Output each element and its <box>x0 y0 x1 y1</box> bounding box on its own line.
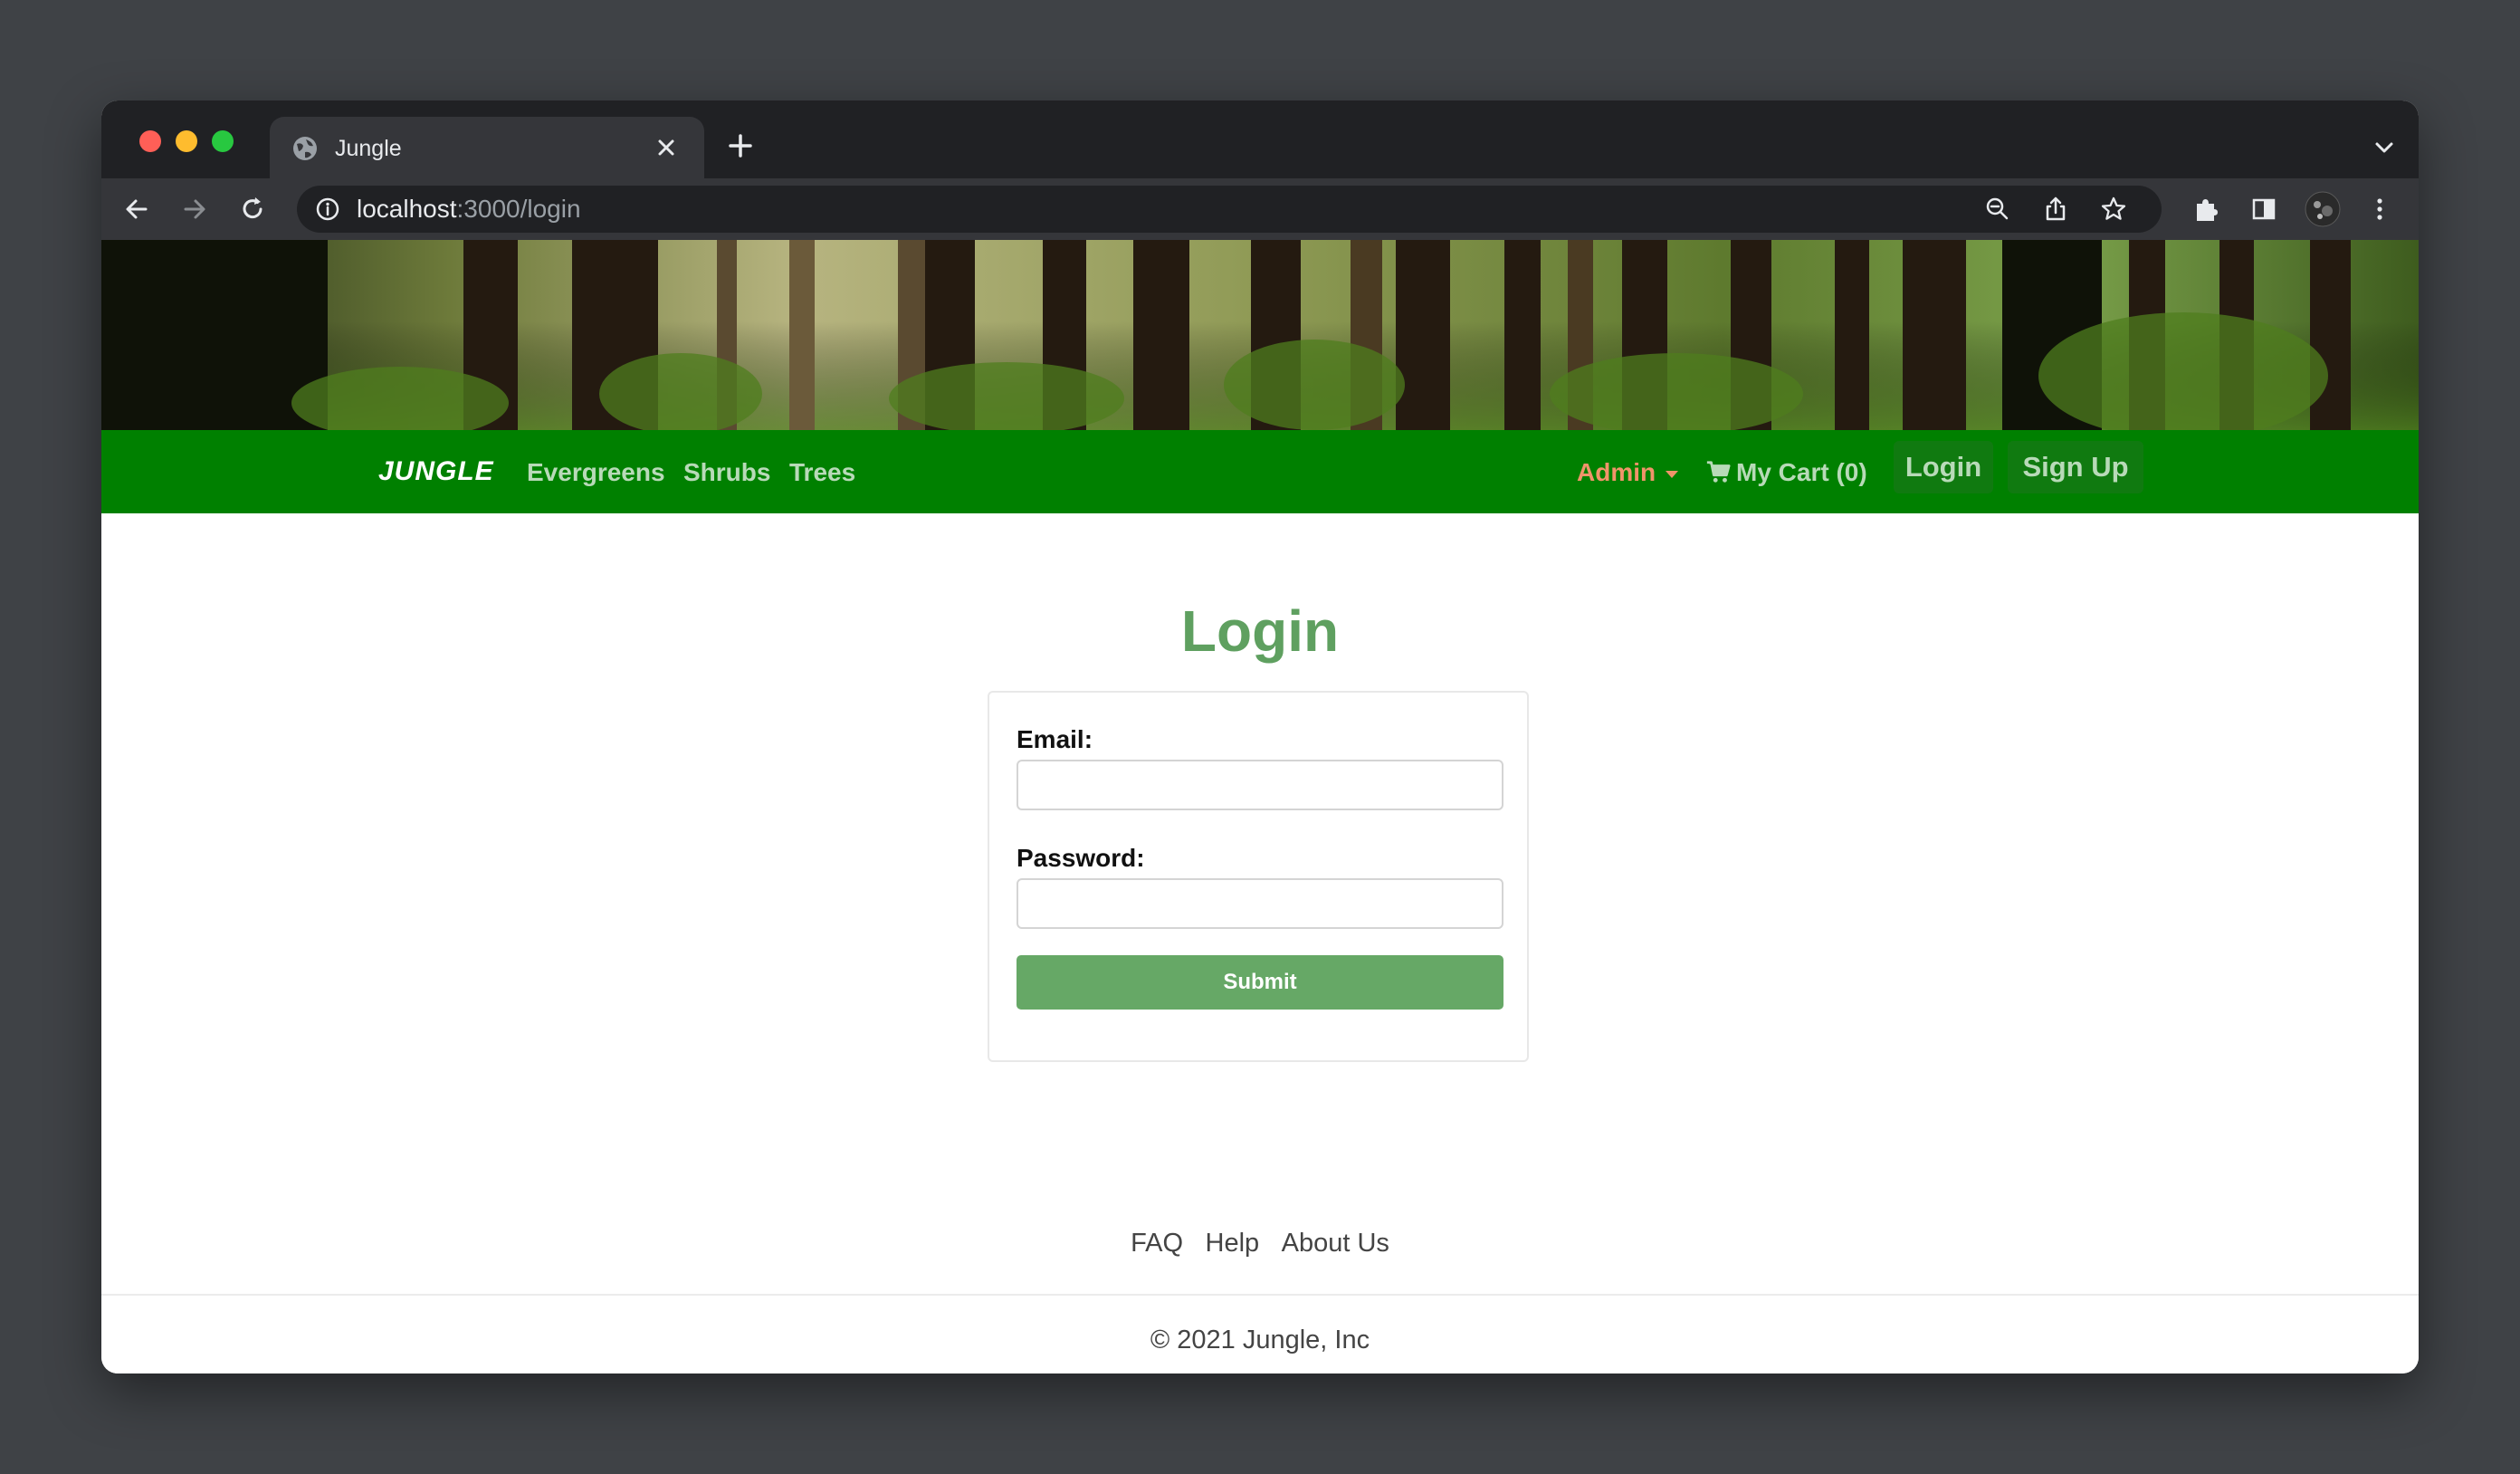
password-label: Password: <box>1017 844 1145 872</box>
page-content: JUNGLE Evergreens Shrubs Trees Admin My … <box>101 240 2419 1374</box>
email-label: Email: <box>1017 725 1093 753</box>
footer-links: FAQ Help About Us <box>101 1225 2419 1261</box>
footer-link-about[interactable]: About Us <box>1282 1229 1389 1258</box>
side-panel-icon[interactable] <box>2248 194 2279 225</box>
footer-divider <box>101 1294 2419 1296</box>
tab-jungle[interactable]: Jungle <box>270 117 704 178</box>
minimize-window-button[interactable] <box>176 130 197 152</box>
url-text[interactable]: localhost:3000/login <box>357 194 581 225</box>
browser-toolbar: localhost:3000/login <box>101 178 2419 240</box>
submit-button[interactable]: Submit <box>1017 955 1503 1010</box>
footer-link-faq[interactable]: FAQ <box>1131 1229 1183 1258</box>
caret-down-icon <box>1666 470 1679 478</box>
zoom-icon[interactable] <box>1982 194 2013 225</box>
nav-link-evergreens[interactable]: Evergreens <box>527 455 665 490</box>
close-tab-icon[interactable] <box>652 133 681 162</box>
nav-link-shrubs[interactable]: Shrubs <box>683 455 770 490</box>
globe-icon <box>293 137 317 160</box>
brand-logo[interactable]: JUNGLE <box>378 454 494 490</box>
footer-link-help[interactable]: Help <box>1206 1229 1260 1258</box>
reload-icon[interactable] <box>237 194 268 225</box>
page-title: Login <box>1180 598 1340 664</box>
more-vertical-icon[interactable] <box>2364 194 2395 225</box>
back-arrow-icon[interactable] <box>121 194 152 225</box>
forward-arrow-icon[interactable] <box>179 194 210 225</box>
new-tab-icon[interactable] <box>726 131 755 160</box>
password-field[interactable] <box>1017 878 1503 929</box>
login-button[interactable]: Login <box>1894 441 1993 493</box>
tab-title: Jungle <box>335 136 402 161</box>
email-field[interactable] <box>1017 760 1503 810</box>
maximize-window-button[interactable] <box>212 130 234 152</box>
url-path: :3000/login <box>456 195 581 223</box>
cart-label: My Cart (0) <box>1736 458 1867 486</box>
tab-strip: Jungle <box>101 100 2419 178</box>
extensions-puzzle-icon[interactable] <box>2191 194 2221 225</box>
close-window-button[interactable] <box>139 130 161 152</box>
url-host: localhost <box>357 195 457 223</box>
profile-avatar-icon[interactable] <box>2305 191 2341 227</box>
share-icon[interactable] <box>2040 194 2071 225</box>
bookmark-star-icon[interactable] <box>2098 194 2129 225</box>
cart-link[interactable]: My Cart (0) <box>1705 455 1867 490</box>
browser-window: Jungle localhost:3000/login JUNGLE Everg… <box>101 100 2419 1374</box>
address-bar[interactable]: localhost:3000/login <box>297 186 2162 233</box>
info-icon[interactable] <box>315 196 340 222</box>
nav-link-trees[interactable]: Trees <box>789 455 855 490</box>
login-form: Email: Password: Submit <box>988 691 1529 1062</box>
forest-banner-image <box>101 240 2419 430</box>
signup-button[interactable]: Sign Up <box>2008 441 2143 493</box>
chevron-down-icon[interactable] <box>2372 135 2397 160</box>
copyright-text: © 2021 Jungle, Inc <box>1150 1326 1370 1354</box>
admin-dropdown[interactable]: Admin <box>1577 455 1681 490</box>
shopping-cart-icon <box>1706 461 1731 483</box>
top-navbar: JUNGLE Evergreens Shrubs Trees Admin My … <box>101 430 2419 513</box>
admin-label: Admin <box>1577 458 1656 486</box>
